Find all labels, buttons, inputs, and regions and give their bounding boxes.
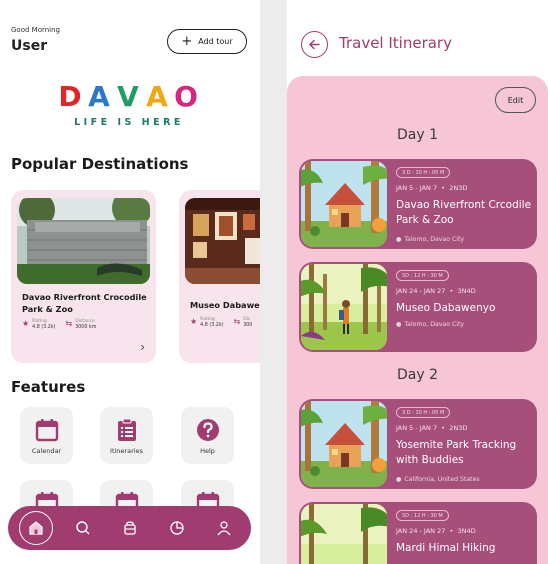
cabin-illustration <box>301 401 387 487</box>
itinerary-name: Mardi Himal Hiking <box>396 542 496 554</box>
logo-letter: D <box>58 80 82 113</box>
location-pin-icon: ● <box>396 321 402 328</box>
date-range: JAN 24 - JAN 27 <box>396 527 446 535</box>
date-range: JAN 24 - JAN 27 <box>396 287 446 295</box>
location-pin-icon: ● <box>396 236 402 243</box>
home-screen: Good Morning User + Add tour D A V A O L… <box>0 0 260 564</box>
date-range: JAN 5 - JAN 7 <box>396 424 438 432</box>
add-tour-button[interactable]: + Add tour <box>167 29 247 54</box>
itinerary-name: Yosemite Park Tracking with Buddies <box>396 439 517 466</box>
nav-stats[interactable] <box>160 511 194 545</box>
feature-label: Calendar <box>31 447 62 455</box>
destination-name: Davao Riverfront Crocodile Park & Zoo <box>22 292 147 314</box>
help-icon <box>196 419 219 441</box>
countdown-badge: 5D : 12 H : 30 M <box>396 270 449 281</box>
nav-profile[interactable] <box>207 511 241 545</box>
nav-basket[interactable] <box>113 511 147 545</box>
forest-hiker-illustration <box>301 264 387 350</box>
nav-home[interactable] <box>18 511 53 545</box>
page-title: Travel Itinerary <box>339 34 452 52</box>
rating-value: 4.8 (3.2k) <box>32 325 56 330</box>
feature-label: Help <box>200 447 215 455</box>
back-button[interactable] <box>301 31 328 58</box>
trip-duration: 2N3D <box>449 184 468 192</box>
star-icon: ★ <box>22 319 30 328</box>
route-icon: ⇆ <box>233 317 241 326</box>
home-icon <box>28 521 43 535</box>
basket-icon <box>123 521 136 535</box>
date-range: JAN 5 - JAN 7 <box>396 184 438 192</box>
itinerary-card[interactable]: 5D : 12 H : 30 M JAN 24 - JAN 27 • 3N4D … <box>299 502 537 564</box>
trip-duration: 3N4D <box>457 527 476 535</box>
bottom-nav <box>8 506 251 550</box>
pie-chart-icon <box>169 521 184 535</box>
profile-icon <box>216 521 231 536</box>
search-icon <box>75 521 89 535</box>
feature-itineraries[interactable]: Itineraries <box>100 407 153 464</box>
countdown-badge: 3 D : 10 H : 05 M <box>396 167 451 178</box>
destination-card[interactable]: Davao Riverfront Crocodile Park & Zoo ★ … <box>11 190 156 363</box>
trip-duration: 2N3D <box>449 424 468 432</box>
feature-help[interactable]: Help <box>181 407 234 464</box>
popular-destinations-title: Popular Destinations <box>11 155 189 173</box>
plus-icon: + <box>181 33 193 49</box>
rating-value: 4.8 (3.2k) <box>200 323 224 328</box>
davao-logo: D A V A O LIFE IS HERE <box>57 82 201 132</box>
location-text: Talomo, Davao City <box>404 321 465 328</box>
destination-name: Museo Dabawen <box>190 300 260 310</box>
day-heading: Day 1 <box>397 127 439 143</box>
chevron-right-icon[interactable]: › <box>140 340 145 354</box>
location-pin-icon: ● <box>396 476 402 483</box>
features-title: Features <box>11 378 86 396</box>
distance-value: 300 <box>243 323 253 328</box>
itinerary-name: Davao Riverfront Crcodile Park & Zoo <box>396 199 532 226</box>
countdown-badge: 3 D : 10 H : 05 M <box>396 407 451 418</box>
itinerary-card[interactable]: 3 D : 10 H : 05 M JAN 5 - JAN 7 • 2N3D Y… <box>299 399 537 489</box>
logo-letter: A <box>146 80 168 113</box>
destination-photo <box>17 198 150 284</box>
destination-photo <box>185 198 260 284</box>
logo-letter: O <box>174 80 198 113</box>
distance-value: 3000 km <box>75 325 97 330</box>
greeting-text: Good Morning <box>11 26 60 34</box>
route-icon: ⇆ <box>65 319 73 328</box>
logo-tagline: LIFE IS HERE <box>74 117 184 128</box>
location-text: Talomo, Davao City <box>404 236 465 243</box>
day-heading: Day 2 <box>397 367 439 383</box>
trip-duration: 3N4D <box>457 287 476 295</box>
star-icon: ★ <box>190 317 198 326</box>
itinerary-name: Museo Dabawenyo <box>396 302 496 314</box>
cabin-illustration <box>301 161 387 247</box>
countdown-badge: 5D : 12 H : 30 M <box>396 510 449 521</box>
location-text: California, United States <box>404 476 480 483</box>
itinerary-card[interactable]: 3 D : 10 H : 05 M JAN 5 - JAN 7 • 2N3D D… <box>299 159 537 249</box>
arrow-left-icon <box>309 39 320 50</box>
add-tour-label: Add tour <box>198 37 233 46</box>
calendar-icon <box>35 419 58 442</box>
itinerary-card[interactable]: 5D : 12 H : 30 M JAN 24 - JAN 27 • 3N4D … <box>299 262 537 352</box>
clipboard-icon <box>117 418 136 441</box>
logo-letter: A <box>88 80 110 113</box>
nav-search[interactable] <box>66 511 100 545</box>
user-name: User <box>11 38 48 54</box>
destination-card[interactable]: Museo Dabawen ★ Rating 4.8 (3.2k) ⇆ Dis … <box>179 190 260 363</box>
itinerary-screen: Travel Itinerary Edit Day 1 Day 2 3 D : … <box>287 0 548 564</box>
edit-button[interactable]: Edit <box>495 87 536 113</box>
feature-calendar[interactable]: Calendar <box>20 407 73 464</box>
forest-hiker-illustration <box>301 504 387 564</box>
logo-letter: V <box>117 80 139 113</box>
feature-label: Itineraries <box>110 447 143 455</box>
